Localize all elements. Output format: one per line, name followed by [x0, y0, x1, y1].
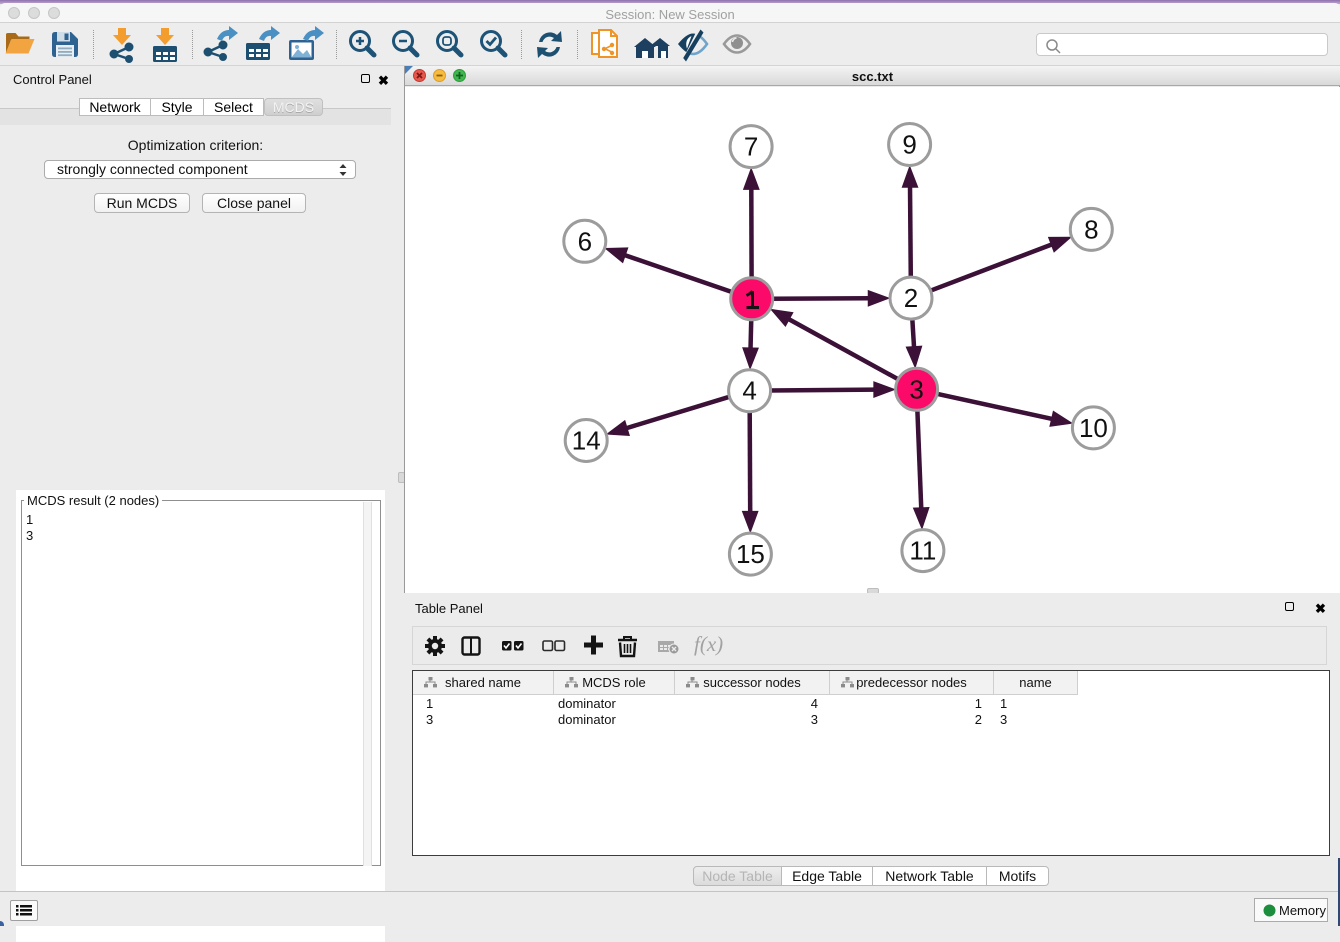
- svg-text:8: 8: [1084, 214, 1098, 244]
- svg-text:6: 6: [578, 226, 592, 256]
- svg-text:9: 9: [902, 130, 916, 160]
- svg-text:15: 15: [736, 539, 765, 569]
- svg-text:3: 3: [909, 374, 923, 404]
- svg-text:2: 2: [904, 283, 918, 313]
- svg-text:4: 4: [742, 376, 756, 406]
- svg-text:10: 10: [1079, 413, 1108, 443]
- svg-text:11: 11: [909, 536, 936, 566]
- svg-text:14: 14: [572, 426, 601, 456]
- svg-text:7: 7: [744, 132, 758, 162]
